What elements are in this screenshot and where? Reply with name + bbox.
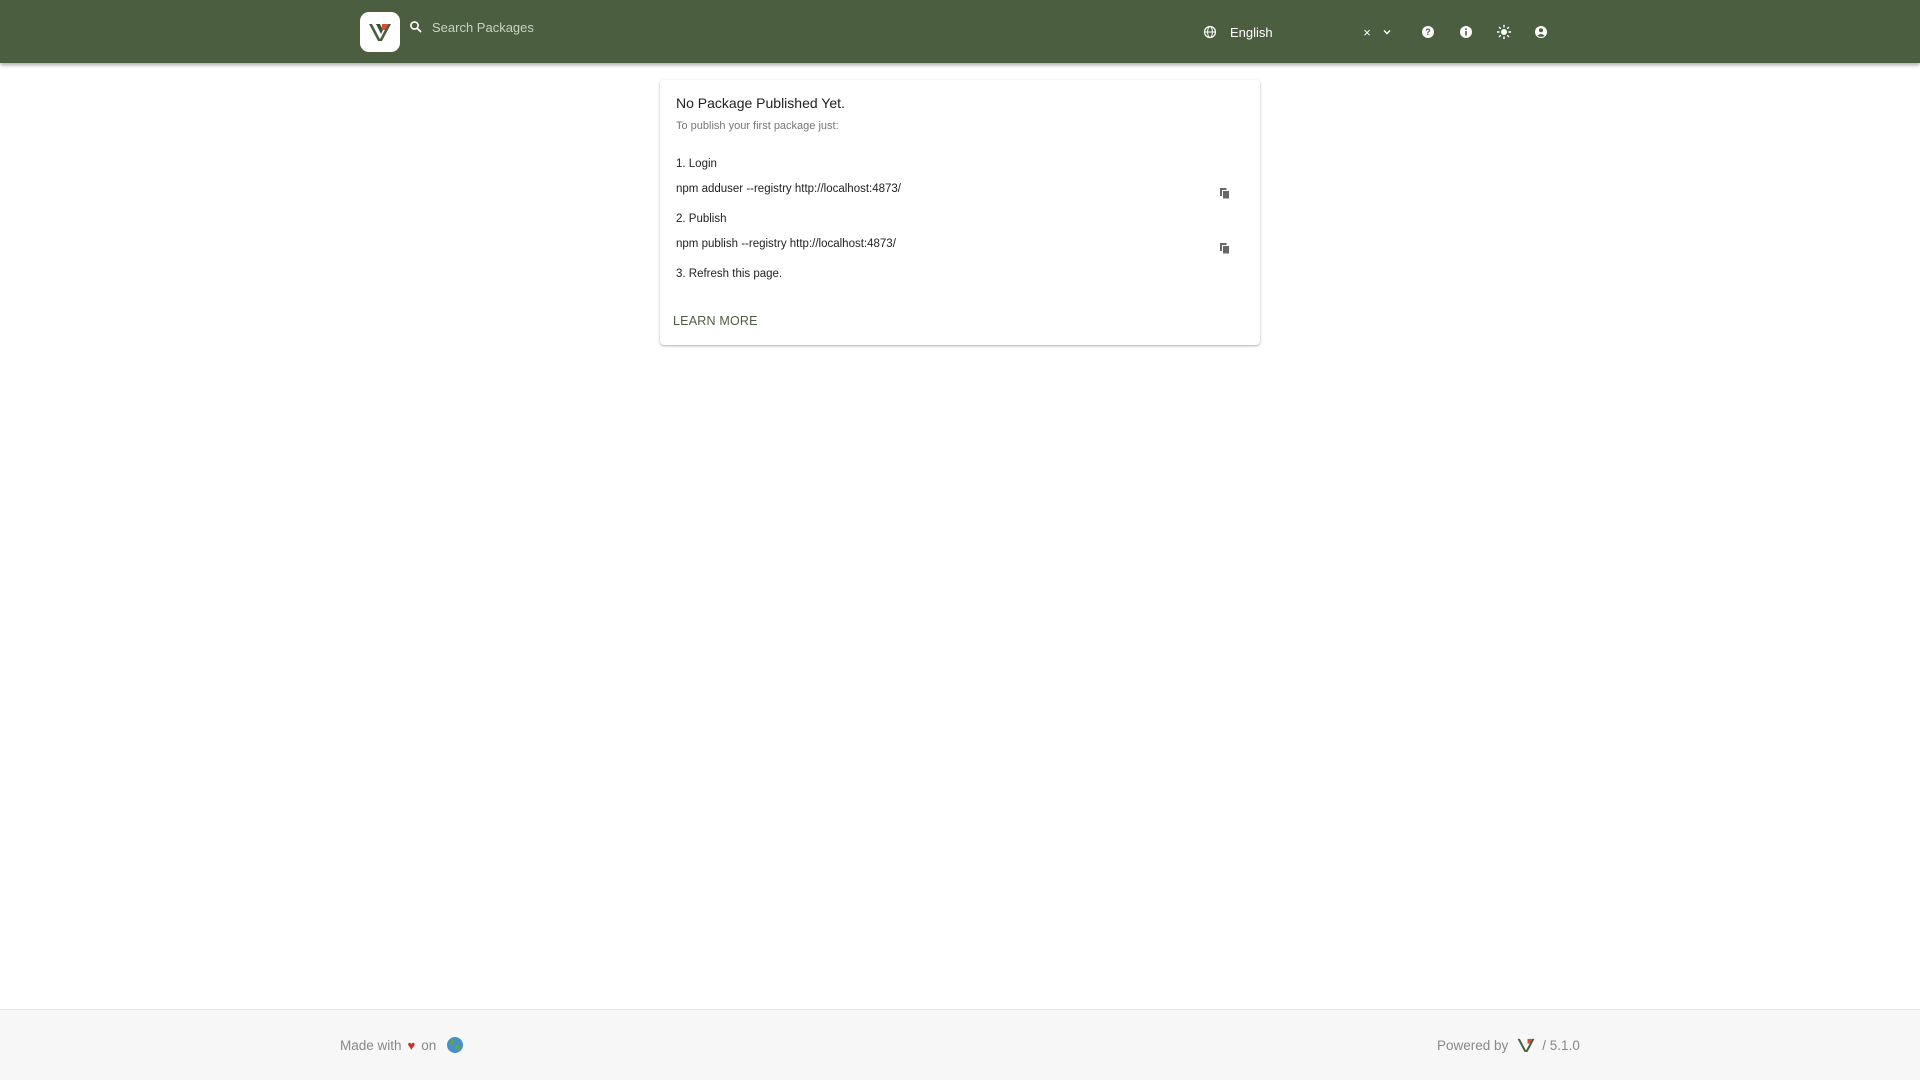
language-selector[interactable]: English × — [1202, 22, 1394, 42]
step-login-label: 1. Login — [676, 158, 717, 170]
publish-command: npm publish --registry http://localhost:… — [676, 238, 896, 250]
help-icon[interactable]: ? — [1418, 22, 1438, 42]
verdaccio-logo[interactable] — [360, 12, 400, 52]
empty-state-card: No Package Published Yet. To publish you… — [660, 80, 1260, 345]
globe-icon — [1202, 24, 1218, 40]
clear-language-button[interactable]: × — [1360, 25, 1374, 40]
info-icon[interactable] — [1456, 22, 1476, 42]
version-text: / 5.1.0 — [1542, 1037, 1580, 1053]
learn-more-button[interactable]: LEARN MORE — [673, 314, 758, 328]
earth-icon[interactable] — [446, 1036, 464, 1054]
theme-toggle-icon[interactable] — [1494, 22, 1514, 42]
on-text: on — [421, 1037, 437, 1053]
search-input[interactable] — [432, 19, 752, 35]
search-bar — [408, 14, 768, 40]
app-footer: Made with ♥ on Powered by / 5.1.0 — [0, 1009, 1920, 1080]
account-icon[interactable] — [1531, 22, 1551, 42]
powered-by: Powered by / 5.1.0 — [1437, 1036, 1580, 1054]
copy-publish-command-icon[interactable] — [1216, 239, 1234, 257]
login-command: npm adduser --registry http://localhost:… — [676, 183, 902, 195]
step-publish-label: 2. Publish — [676, 213, 727, 225]
powered-by-text: Powered by — [1437, 1037, 1509, 1053]
verdaccio-mini-logo[interactable] — [1516, 1036, 1536, 1054]
made-with-text: Made with — [340, 1037, 402, 1053]
card-title: No Package Published Yet. — [676, 95, 845, 111]
made-with: Made with ♥ on — [340, 1036, 464, 1054]
card-subtitle: To publish your first package just: — [676, 120, 839, 132]
svg-text:?: ? — [1425, 27, 1431, 37]
language-label: English — [1230, 24, 1273, 40]
step-refresh-label: 3. Refresh this page. — [676, 268, 783, 280]
chevron-down-icon[interactable] — [1380, 25, 1394, 39]
copy-login-command-icon[interactable] — [1216, 184, 1234, 202]
heart-icon: ♥ — [407, 1037, 416, 1053]
app-header: English × ? — [0, 0, 1920, 63]
search-icon — [408, 19, 424, 35]
